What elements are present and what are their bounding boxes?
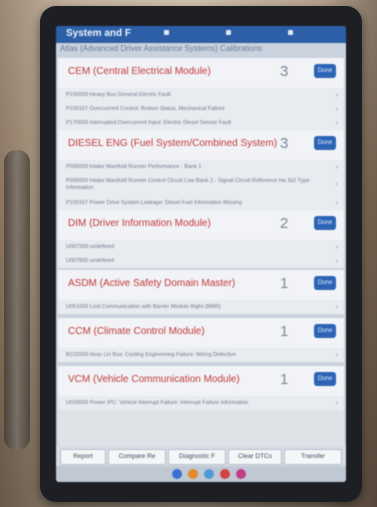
tab-icon[interactable] [288, 30, 293, 35]
dtc-row[interactable]: U051000 Lost Communication with Barrier … [58, 300, 344, 315]
chevron-right-icon: › [335, 164, 338, 171]
charging-cable [4, 150, 30, 450]
dtc-count: 1 [280, 275, 289, 292]
module-name: CCM (Climate Control Module) [68, 326, 205, 337]
app-icon[interactable] [188, 469, 198, 479]
page-subtitle: Atlas (Advanced Driver Assistance System… [60, 44, 263, 53]
app-title: System and F [66, 28, 132, 39]
app-icon[interactable] [236, 469, 246, 479]
action-bar: Report Compare Re Diagnostic F Clear DTC… [56, 446, 346, 466]
dtc-row[interactable]: P170000 Interrupted Overcurrent Input: E… [58, 116, 344, 131]
dtc-row[interactable]: P100167 Overcurrent Control: Broken Stat… [58, 102, 344, 117]
module-name: ASDM (Active Safety Domain Master) [68, 278, 236, 289]
diagnostic-button[interactable]: Diagnostic F [168, 449, 226, 465]
module-name: VCM (Vehicle Communication Module) [68, 374, 240, 385]
status-badge[interactable]: Done [314, 372, 336, 386]
dtc-count: 2 [280, 215, 289, 232]
dtc-count: 1 [280, 371, 289, 388]
module-header-vcm[interactable]: VCM (Vehicle Communication Module) 1 Don… [58, 366, 344, 397]
list-spacer [58, 410, 344, 447]
app-icon[interactable] [204, 469, 214, 479]
chevron-right-icon: › [335, 181, 338, 188]
dtc-row[interactable]: P006600 Intake Manifold Runner Control C… [58, 174, 344, 197]
chevron-right-icon: › [335, 106, 338, 113]
dtc-row[interactable]: U007800 undefined › [58, 254, 344, 269]
tablet-screen: System and F Atlas (Advanced Driver Assi… [56, 26, 346, 482]
android-nav-bar [56, 466, 346, 482]
dtc-row[interactable]: B102000 Hvac Lin Bus: Cooling Engineerin… [58, 348, 344, 363]
chevron-right-icon: › [335, 120, 338, 127]
chevron-right-icon: › [335, 304, 338, 311]
dtc-count: 1 [280, 323, 289, 340]
module-header-ccm[interactable]: CCM (Climate Control Module) 1 Done [58, 318, 344, 349]
dtc-count: 3 [280, 135, 289, 152]
module-header-asdm[interactable]: ASDM (Active Safety Domain Master) 1 Don… [58, 270, 344, 301]
chevron-right-icon: › [335, 352, 338, 359]
module-name: CEM (Central Electrical Module) [68, 66, 211, 77]
dtc-count: 3 [280, 63, 289, 80]
app-icon[interactable] [220, 469, 230, 479]
tab-icon[interactable] [164, 30, 169, 35]
status-badge[interactable]: Done [314, 276, 336, 290]
status-badge[interactable]: Done [314, 64, 336, 78]
chevron-right-icon: › [335, 400, 338, 407]
dtc-row[interactable]: P100167 Power Drive System Leakage: Dies… [58, 196, 344, 211]
module-header-diesel-eng[interactable]: DIESEL ENG (Fuel System/Combined System)… [58, 130, 344, 161]
transfer-button[interactable]: Transfer [284, 449, 342, 465]
clear-dtcs-button[interactable]: Clear DTCs [228, 449, 282, 465]
dtc-row[interactable]: U007300 undefined › [58, 240, 344, 255]
dtc-row[interactable]: P006000 Intake Manifold Runner Performan… [58, 160, 344, 175]
chevron-right-icon: › [335, 92, 338, 99]
status-badge[interactable]: Done [314, 324, 336, 338]
chevron-right-icon: › [335, 244, 338, 251]
app-icon[interactable] [172, 469, 182, 479]
module-name: DIESEL ENG (Fuel System/Combined System) [68, 138, 278, 149]
module-name: DIM (Driver Information Module) [68, 218, 211, 229]
report-button[interactable]: Report [60, 449, 106, 465]
tab-icon[interactable] [226, 30, 231, 35]
status-badge[interactable]: Done [314, 136, 336, 150]
chevron-right-icon: › [335, 200, 338, 207]
status-badge[interactable]: Done [314, 216, 336, 230]
dtc-row[interactable]: P100000 Heavy Bus General Electric Fault… [58, 88, 344, 103]
app-header: System and F [56, 26, 346, 43]
module-header-dim[interactable]: DIM (Driver Information Module) 2 Done [58, 210, 344, 241]
compare-button[interactable]: Compare Re [108, 449, 166, 465]
chevron-right-icon: › [335, 258, 338, 265]
module-header-cem[interactable]: CEM (Central Electrical Module) 3 Done [58, 58, 344, 89]
dtc-row[interactable]: U030000 Power IPC: Vehicle Interrupt Fai… [58, 396, 344, 411]
